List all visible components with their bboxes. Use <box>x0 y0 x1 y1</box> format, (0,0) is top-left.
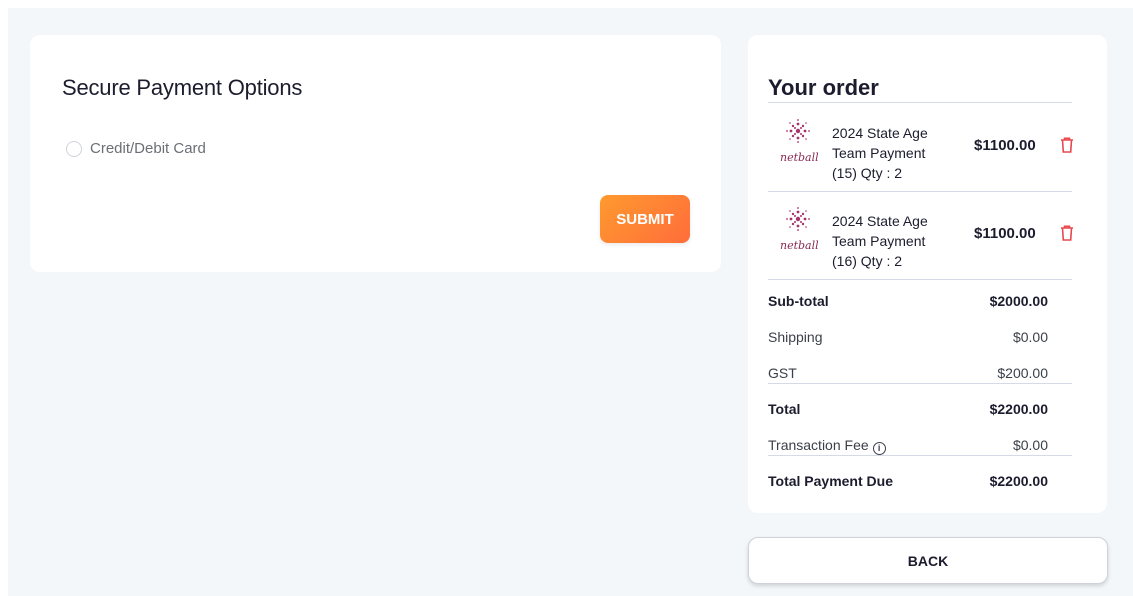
credit-card-option[interactable]: Credit/Debit Card <box>66 140 206 157</box>
order-title: Your order <box>768 75 879 100</box>
divider <box>768 102 1072 103</box>
back-button[interactable]: BACK <box>748 537 1108 584</box>
shipping-row: Shipping $0.00 <box>768 329 1048 345</box>
transaction-fee-label: Transaction Fee i <box>768 437 886 455</box>
total-label: Total <box>768 401 801 417</box>
divider <box>768 191 1072 192</box>
shipping-label: Shipping <box>768 329 823 345</box>
submit-button[interactable]: SUBMIT <box>600 195 690 243</box>
payment-options-card: Secure Payment Options Credit/Debit Card… <box>30 35 721 272</box>
divider <box>768 455 1072 456</box>
trash-icon[interactable] <box>1060 225 1074 241</box>
trash-icon[interactable] <box>1060 137 1074 153</box>
divider <box>768 279 1072 280</box>
payment-options-title: Secure Payment Options <box>62 75 303 100</box>
total-due-value: $2200.00 <box>989 473 1048 489</box>
order-item: netball 2024 State Age Team Payment (15)… <box>752 109 1074 197</box>
transaction-fee-value: $0.00 <box>1012 437 1048 453</box>
item-price: $1100.00 <box>974 225 1036 242</box>
subtotal-row: Sub-total $2000.00 <box>768 293 1048 309</box>
netball-logo-text: netball <box>780 239 819 252</box>
order-item: netball 2024 State Age Team Payment (16)… <box>752 197 1074 285</box>
netball-logo <box>778 205 838 265</box>
divider <box>768 383 1072 384</box>
total-value: $2200.00 <box>989 401 1048 417</box>
total-due-row: Total Payment Due $2200.00 <box>768 473 1048 489</box>
item-price: $1100.00 <box>974 137 1036 154</box>
shipping-value: $0.00 <box>1012 329 1048 345</box>
transaction-fee-row: Transaction Fee i $0.00 <box>768 437 1048 455</box>
total-due-label: Total Payment Due <box>768 473 893 489</box>
info-icon[interactable]: i <box>872 442 886 455</box>
subtotal-label: Sub-total <box>768 293 829 309</box>
subtotal-value: $2000.00 <box>989 293 1048 309</box>
item-name: 2024 State Age Team Payment (16) Qty : 2 <box>832 213 928 269</box>
gst-value: $200.00 <box>997 365 1048 381</box>
credit-card-radio[interactable] <box>66 140 82 157</box>
netball-logo-text: netball <box>780 151 819 164</box>
gst-row: GST $200.00 <box>768 365 1048 381</box>
total-row: Total $2200.00 <box>768 401 1048 417</box>
order-summary-card: Your order netball 2024 State Age Team P… <box>748 35 1107 513</box>
gst-label: GST <box>768 365 797 381</box>
netball-logo <box>778 117 838 177</box>
item-name: 2024 State Age Team Payment (15) Qty : 2 <box>832 125 928 181</box>
transaction-fee-text: Transaction Fee <box>768 437 869 453</box>
credit-card-label: Credit/Debit Card <box>90 140 206 157</box>
